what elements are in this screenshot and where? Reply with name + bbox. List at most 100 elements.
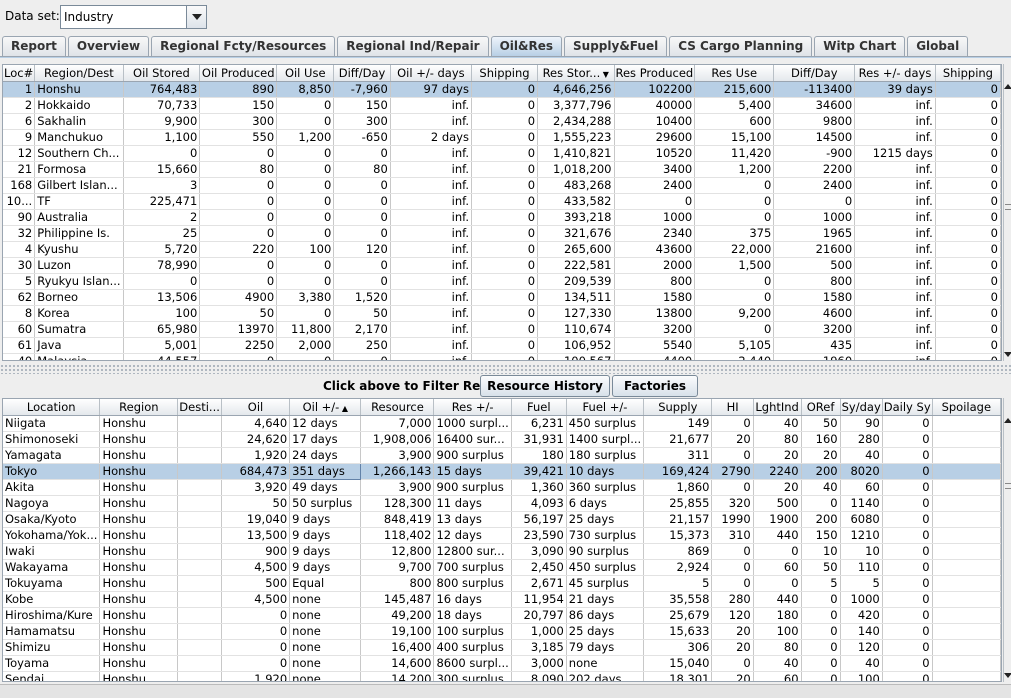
- table-cell[interactable]: 450 surplus: [566, 415, 645, 432]
- table-cell[interactable]: 0: [935, 257, 1001, 274]
- table-cell[interactable]: 100 surplus: [433, 623, 512, 640]
- table-cell[interactable]: Osaka/Kyoto: [3, 511, 101, 528]
- table-cell[interactable]: 60: [753, 559, 802, 576]
- table-cell[interactable]: Honshu: [99, 495, 179, 512]
- table-cell[interactable]: 9: [3, 129, 36, 146]
- table-cell[interactable]: 1400 surpl...: [566, 431, 645, 448]
- table-cell[interactable]: 60: [840, 479, 883, 496]
- table-cell[interactable]: 0: [935, 193, 1001, 210]
- table-cell[interactable]: 40: [801, 479, 841, 496]
- table-row[interactable]: 10... TF 225,471 0 0 0 inf. 0 433,582 0 0 0 inf. 0: [3, 193, 1001, 210]
- table-cell[interactable]: 684,473: [221, 463, 291, 480]
- table-cell[interactable]: inf.: [390, 305, 472, 322]
- table-cell[interactable]: none: [289, 591, 362, 608]
- table-cell[interactable]: 222,581: [537, 257, 615, 274]
- table-cell[interactable]: Sumatra: [34, 321, 124, 338]
- table-cell[interactable]: inf.: [854, 321, 936, 338]
- table-cell[interactable]: 1210: [840, 527, 883, 544]
- table-cell[interactable]: 0: [471, 225, 539, 242]
- table-cell[interactable]: 0: [276, 257, 335, 274]
- table-row[interactable]: 90 Australia 2 0 0 0 inf. 0 393,218 1000 0 1000 inf.…: [3, 209, 1001, 226]
- table-cell[interactable]: 10 days: [566, 463, 645, 480]
- table-cell[interactable]: [932, 639, 1001, 656]
- table-cell[interactable]: 8020: [840, 463, 883, 480]
- table-cell[interactable]: inf.: [390, 113, 472, 130]
- table-cell[interactable]: 0: [935, 353, 1001, 360]
- table-cell[interactable]: 120: [711, 607, 754, 624]
- table-cell[interactable]: 1,200: [276, 129, 335, 146]
- table-cell[interactable]: 150: [333, 97, 391, 114]
- table-row[interactable]: Nagoya Honshu 50 50 surplus 128,300 11 days 4,…: [3, 495, 1001, 512]
- table-cell[interactable]: Kobe: [3, 591, 101, 608]
- scroll-down-icon[interactable]: [1004, 352, 1011, 357]
- table-cell[interactable]: 3,380: [276, 289, 335, 306]
- column-header[interactable]: Region/Dest: [34, 65, 124, 82]
- table-cell[interactable]: 9 days: [289, 511, 362, 528]
- table-cell[interactable]: 49,200: [360, 607, 435, 624]
- table-cell[interactable]: 2: [123, 209, 201, 226]
- table-cell[interactable]: none: [289, 655, 362, 672]
- table-row[interactable]: 5 Ryukyu Islan... 0 0 0 0 inf. 0 209,539 800 0 800 i…: [3, 273, 1001, 290]
- table-cell[interactable]: 9,200: [694, 305, 775, 322]
- table-cell[interactable]: 1580: [773, 289, 856, 306]
- scroll-up-icon[interactable]: [1004, 84, 1011, 89]
- table-cell[interactable]: 1000: [840, 591, 883, 608]
- table-cell[interactable]: 14,200: [360, 671, 435, 681]
- table-row[interactable]: 12 Southern Ch... 0 0 0 0 inf. 0 1,410,821 10520 1…: [3, 145, 1001, 162]
- table-cell[interactable]: 86 days: [566, 607, 645, 624]
- table-cell[interactable]: 550: [199, 129, 278, 146]
- tab-regional-ind-repair[interactable]: Regional Ind/Repair: [337, 36, 489, 56]
- table-cell[interactable]: inf.: [854, 193, 936, 210]
- table-cell[interactable]: 0: [935, 129, 1001, 146]
- column-header[interactable]: HI: [711, 399, 754, 416]
- table-cell[interactable]: 0: [935, 241, 1001, 258]
- table-cell[interactable]: 1140: [840, 495, 883, 512]
- table-cell[interactable]: 0: [199, 225, 278, 242]
- table-cell[interactable]: 300: [333, 113, 391, 130]
- table-cell[interactable]: Wakayama: [3, 559, 101, 576]
- table-row[interactable]: Toyama Honshu 0 none 14,600 8600 surpl... 3,00…: [3, 655, 1001, 672]
- table-cell[interactable]: 0: [935, 273, 1001, 290]
- table-cell[interactable]: 21 days: [566, 591, 645, 608]
- table-row[interactable]: 40 Malaysia 44,557 0 0 0 inf. 0 100,567 4400 2,440…: [3, 353, 1001, 360]
- table-cell[interactable]: 70,733: [123, 97, 201, 114]
- table-cell[interactable]: 311: [643, 447, 713, 464]
- table-cell[interactable]: [932, 527, 1001, 544]
- table-row[interactable]: Hiroshima/Kure Honshu 0 none 49,200 18 days 20…: [3, 607, 1001, 624]
- table-cell[interactable]: 0: [694, 273, 775, 290]
- table-cell[interactable]: 1: [3, 81, 36, 98]
- table-cell[interactable]: 900 surplus: [433, 447, 512, 464]
- table-cell[interactable]: 435: [773, 337, 856, 354]
- table-cell[interactable]: Nagoya: [3, 495, 101, 512]
- table-cell[interactable]: 306: [643, 639, 713, 656]
- table-cell[interactable]: 2,671: [511, 575, 567, 592]
- table-cell[interactable]: 0: [471, 353, 539, 360]
- table-row[interactable]: 61 Java 5,001 2250 2,000 250 inf. 0 106,952 5540 5…: [3, 337, 1001, 354]
- upper-scrollbar[interactable]: [1003, 64, 1011, 361]
- table-cell[interactable]: 869: [643, 543, 713, 560]
- table-cell[interactable]: [177, 623, 222, 640]
- table-cell[interactable]: 12 days: [433, 527, 512, 544]
- table-row[interactable]: 62 Borneo 13,506 4900 3,380 1,520 inf. 0 134,511…: [3, 289, 1001, 306]
- table-cell[interactable]: 128,300: [360, 495, 435, 512]
- table-cell[interactable]: 440: [753, 527, 802, 544]
- table-cell[interactable]: 25 days: [566, 623, 645, 640]
- table-cell[interactable]: 0: [935, 305, 1001, 322]
- table-cell[interactable]: 50: [199, 305, 278, 322]
- table-cell[interactable]: 2,440: [694, 353, 775, 360]
- table-cell[interactable]: 1,555,223: [537, 129, 615, 146]
- table-cell[interactable]: 5: [643, 575, 713, 592]
- table-cell[interactable]: 13970: [199, 321, 278, 338]
- table-cell[interactable]: 800: [773, 273, 856, 290]
- table-cell[interactable]: 0: [882, 479, 933, 496]
- table-cell[interactable]: 8600 surpl...: [433, 655, 512, 672]
- table-cell[interactable]: Hokkaido: [34, 97, 124, 114]
- table-cell[interactable]: 280: [840, 431, 883, 448]
- table-cell[interactable]: 0: [199, 257, 278, 274]
- table-cell[interactable]: [932, 559, 1001, 576]
- table-cell[interactable]: 0: [801, 607, 841, 624]
- column-header[interactable]: Diff/Day: [773, 65, 856, 82]
- table-cell[interactable]: 10520: [614, 145, 696, 162]
- table-cell[interactable]: 12800 sur...: [433, 543, 512, 560]
- table-cell[interactable]: 0: [882, 511, 933, 528]
